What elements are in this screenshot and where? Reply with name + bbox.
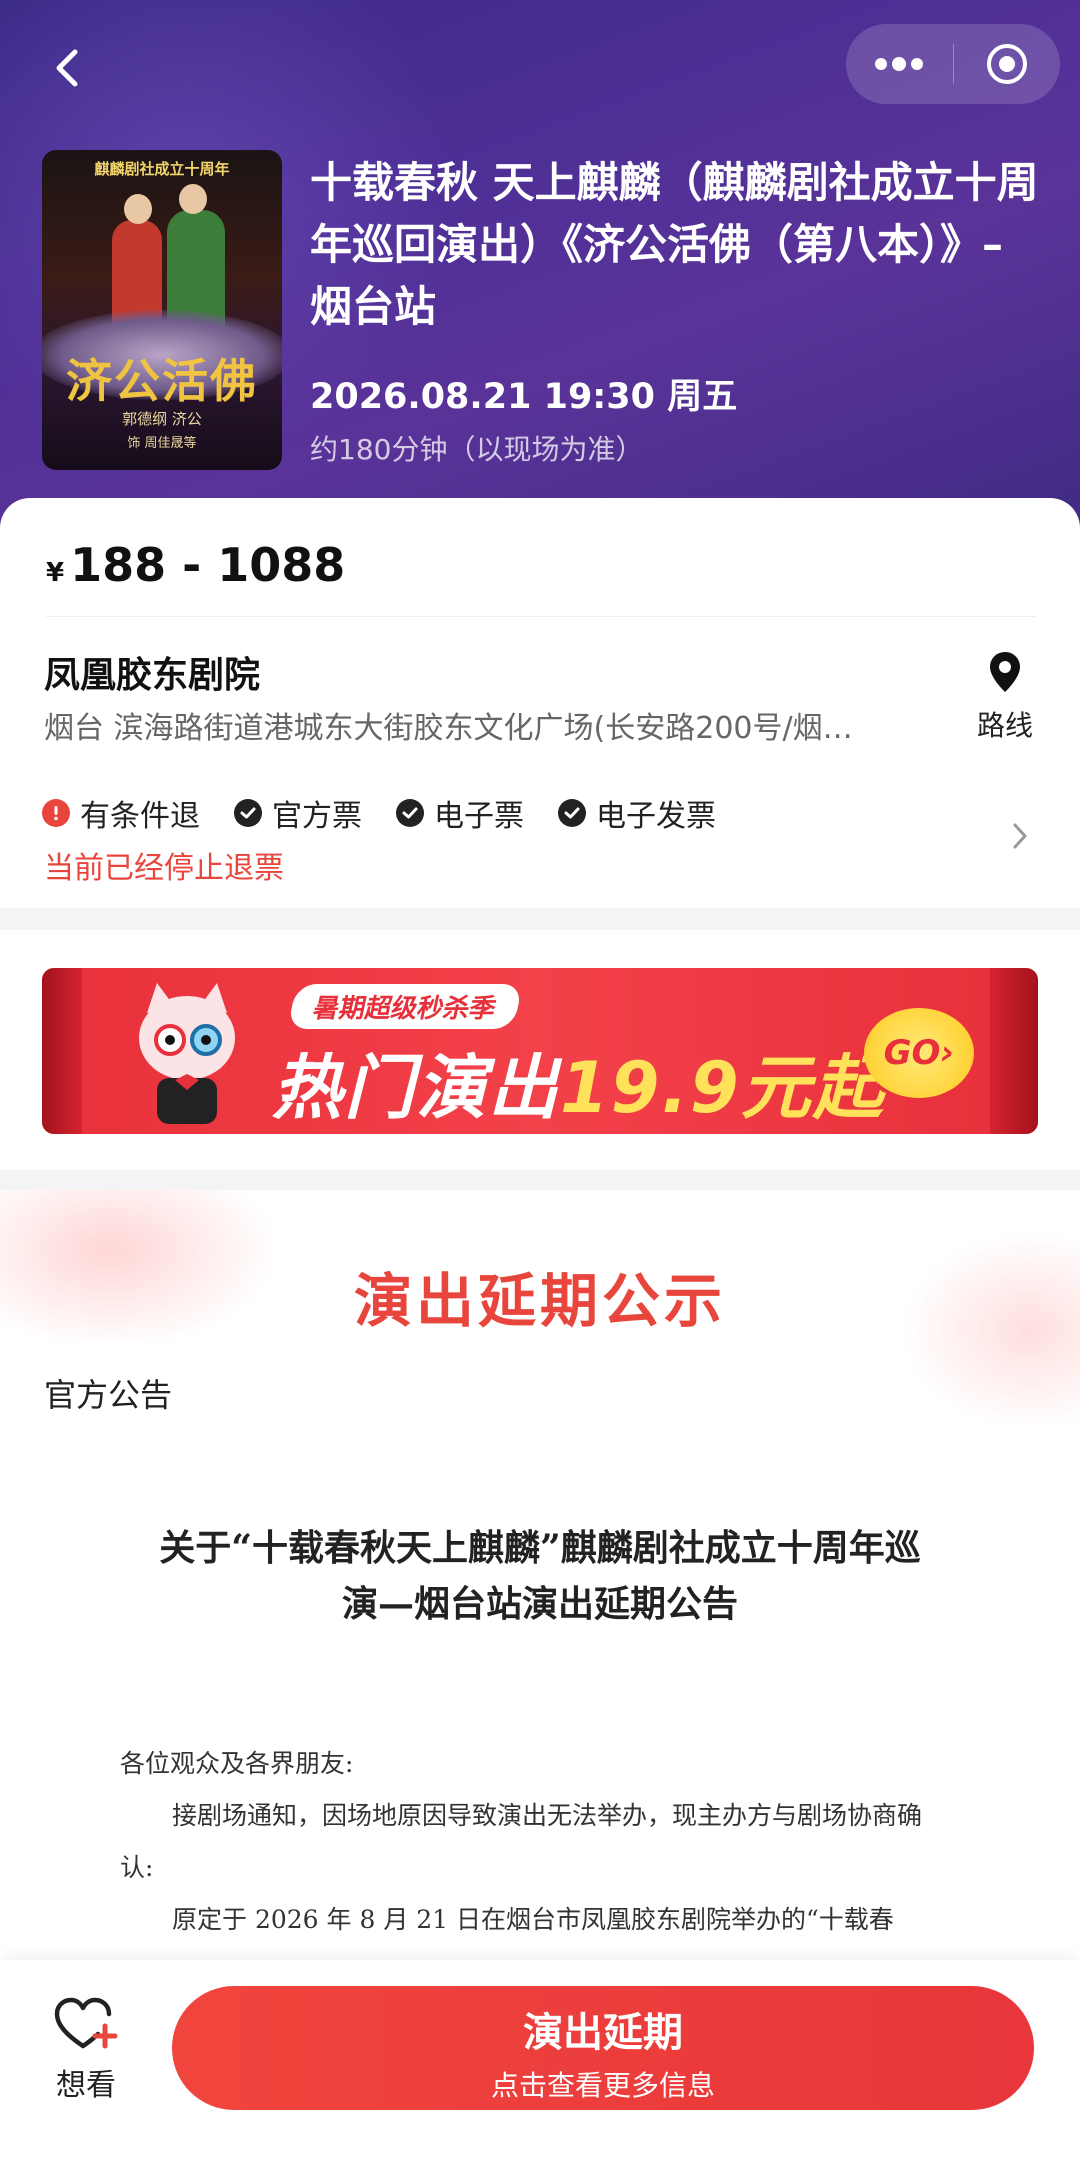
curtain-right bbox=[990, 968, 1038, 1134]
alert-circle-icon bbox=[42, 799, 70, 827]
promo-banner[interactable]: 暑期超级秒杀季 热门演出19.9元起 GO› bbox=[42, 968, 1038, 1134]
check-circle-icon bbox=[558, 799, 586, 827]
tag-conditional-refund: 有条件退 bbox=[42, 791, 200, 835]
mascot-cat-icon bbox=[139, 983, 235, 1124]
close-mini-program-button[interactable] bbox=[954, 24, 1061, 104]
postponed-cta-button[interactable]: 演出延期 点击查看更多信息 bbox=[172, 1986, 1034, 2110]
bottom-action-bar: 想看 演出延期 点击查看更多信息 bbox=[0, 1960, 1080, 2159]
more-dots-icon bbox=[875, 57, 924, 71]
poster-main-text: 济公活佛 bbox=[66, 354, 258, 408]
target-circle-icon bbox=[986, 44, 1027, 84]
want-to-see-button[interactable]: 想看 bbox=[46, 1996, 126, 2104]
tag-label: 电子发票 bbox=[596, 799, 716, 834]
show-title: 十载春秋 天上麒麟（麒麟剧社成立十周年巡回演出）《济公活佛（第八本）》–烟台站 bbox=[310, 158, 1039, 331]
show-header: 麒麟剧社成立十周年 济公活佛 郭德纲 济公 饰 周佳晟等 十载春秋 天上麒麟（麒… bbox=[0, 0, 1080, 560]
want-to-see-label: 想看 bbox=[56, 2068, 116, 2103]
tag-e-invoice: 电子发票 bbox=[558, 791, 716, 835]
price-range: ¥188 - 1088 bbox=[46, 538, 345, 592]
cta-sub-label: 点击查看更多信息 bbox=[490, 2069, 715, 2102]
tag-official-ticket: 官方票 bbox=[234, 791, 362, 835]
tags-detail-arrow[interactable] bbox=[1010, 820, 1040, 860]
heart-plus-icon bbox=[54, 1997, 118, 2049]
poster-sub-text-2: 饰 周佳晟等 bbox=[127, 436, 197, 451]
mini-program-capsule bbox=[846, 24, 1060, 104]
promo-highlight: 19.9元起 bbox=[560, 1047, 885, 1129]
promo-banner-section: 暑期超级秒杀季 热门演出19.9元起 GO› bbox=[0, 930, 1080, 1170]
divider bbox=[46, 616, 1036, 617]
route-label: 路线 bbox=[976, 709, 1033, 742]
promo-headline: 热门演出19.9元起 bbox=[272, 1032, 885, 1133]
chevron-right-icon bbox=[1013, 823, 1027, 849]
route-button[interactable]: 路线 bbox=[970, 650, 1040, 744]
announcement-title: 关于“十载春秋天上麒麟”麒麟剧社成立十周年巡 演—烟台站演出延期公告 bbox=[100, 1520, 980, 1632]
check-circle-icon bbox=[234, 799, 262, 827]
tag-e-ticket: 电子票 bbox=[396, 791, 524, 835]
cta-main-label: 演出延期 bbox=[523, 2010, 683, 2056]
notice-title: 演出延期公示 bbox=[353, 1267, 726, 1335]
back-arrow-icon bbox=[56, 49, 78, 87]
check-circle-icon bbox=[396, 799, 424, 827]
more-button[interactable] bbox=[846, 24, 953, 104]
postponement-notice: 演出延期公示 官方公告 关于“十载春秋天上麒麟”麒麟剧社成立十周年巡 演—烟台站… bbox=[0, 1190, 1080, 2090]
poster-sub-text: 郭德纲 济公 bbox=[122, 410, 202, 428]
announcement-body: 各位观众及各界朋友: 接剧场通知，因场地原因导致演出无法举办，现主办方与剧场协商… bbox=[120, 1738, 950, 1946]
notice-label: 官方公告 bbox=[44, 1376, 173, 1414]
show-poster[interactable]: 麒麟剧社成立十周年 济公活佛 郭德纲 济公 饰 周佳晟等 bbox=[42, 150, 282, 470]
price-value: 188 - 1088 bbox=[70, 538, 346, 592]
tag-label: 电子票 bbox=[434, 799, 524, 834]
tag-label: 有条件退 bbox=[80, 799, 200, 834]
show-duration: 约180分钟（以现场为准） bbox=[310, 433, 644, 466]
venue-name[interactable]: 凤凰胶东剧院 bbox=[44, 646, 260, 698]
show-datetime: 2026.08.21 19:30 周五 bbox=[310, 377, 738, 417]
promo-go-button[interactable]: GO› bbox=[864, 1008, 974, 1098]
promo-tagline: 暑期超级秒杀季 bbox=[287, 984, 523, 1029]
location-pin-icon bbox=[990, 652, 1020, 692]
show-info-card: ¥188 - 1088 凤凰胶东剧院 烟台 滨海路街道港城东大街胶东文化广场(长… bbox=[0, 498, 1080, 908]
announcement-paragraph: 原定于 2026 年 8 月 21 日在烟台市凤凰胶东剧院举办的“十载春 bbox=[172, 1905, 894, 1934]
ticket-tags[interactable]: 有条件退 官方票 电子票 电子发票 bbox=[42, 791, 750, 835]
back-button[interactable] bbox=[40, 40, 96, 96]
poster-top-text: 麒麟剧社成立十周年 bbox=[94, 160, 230, 178]
announcement-greeting: 各位观众及各界朋友: bbox=[120, 1749, 354, 1778]
currency-symbol: ¥ bbox=[46, 558, 65, 588]
announcement-paragraph: 接剧场通知，因场地原因导致演出无法举办，现主办方与剧场协商确认: bbox=[120, 1801, 923, 1882]
announcement-title-line-1: 关于“十载春秋天上麒麟”麒麟剧社成立十周年巡 bbox=[159, 1527, 921, 1569]
curtain-left bbox=[42, 968, 82, 1134]
refund-status-note: 当前已经停止退票 bbox=[44, 851, 284, 886]
tag-label: 官方票 bbox=[272, 799, 362, 834]
venue-address[interactable]: 烟台 滨海路街道港城东大街胶东文化广场(长安路200号/烟… bbox=[44, 703, 924, 747]
promo-prefix: 热门演出 bbox=[272, 1047, 560, 1129]
announcement-title-line-2: 演—烟台站演出延期公告 bbox=[341, 1583, 738, 1625]
